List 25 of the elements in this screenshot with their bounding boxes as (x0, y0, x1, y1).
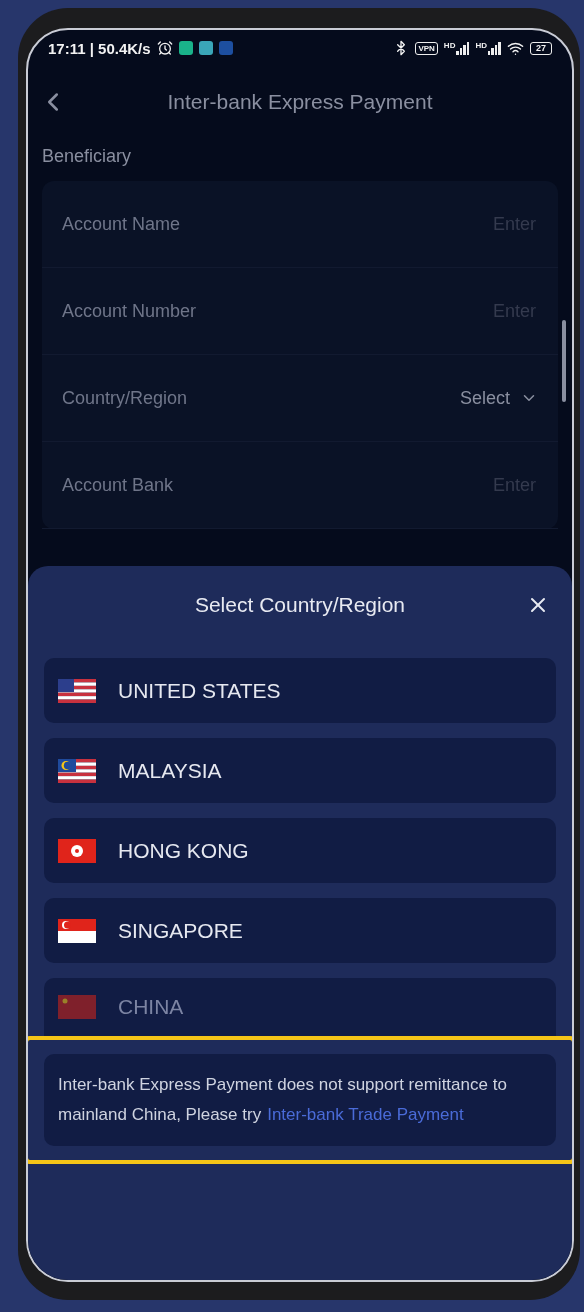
flag-icon (58, 918, 96, 943)
flag-icon (58, 678, 96, 703)
app-icon (218, 41, 233, 55)
field-label: Country/Region (62, 387, 188, 409)
status-text: 17:11 | 50.4K/s (48, 39, 151, 57)
page-title: Inter-bank Express Payment (167, 90, 433, 114)
field-label: Account Number (62, 300, 197, 322)
vpn-badge: VPN (415, 41, 438, 55)
notice-text: Inter-bank Express Payment does not support remittance to mainland China, Please try Inter-bank Trade Payment (58, 1074, 508, 1126)
country-option[interactable]: SINGAPORE (44, 898, 556, 963)
field-label: Account Name (62, 213, 181, 235)
app-icon (178, 41, 193, 55)
alarm-clock-icon (156, 40, 173, 56)
flag-icon (58, 758, 96, 783)
select-dropdown[interactable]: Select (459, 387, 538, 409)
app-icon (198, 41, 213, 55)
flag-icon (58, 995, 96, 1019)
field-label: Account Bank (62, 474, 174, 496)
flag-icon (58, 838, 96, 863)
sheet-title: Select Country/Region (194, 593, 406, 617)
country-option[interactable]: HONG KONG (44, 818, 556, 883)
battery-icon: 27 (530, 41, 552, 55)
country-option[interactable]: UNITED STATES (44, 658, 556, 723)
section-title: Beneficiary (41, 145, 133, 168)
country-option[interactable]: MALAYSIA (44, 738, 556, 803)
